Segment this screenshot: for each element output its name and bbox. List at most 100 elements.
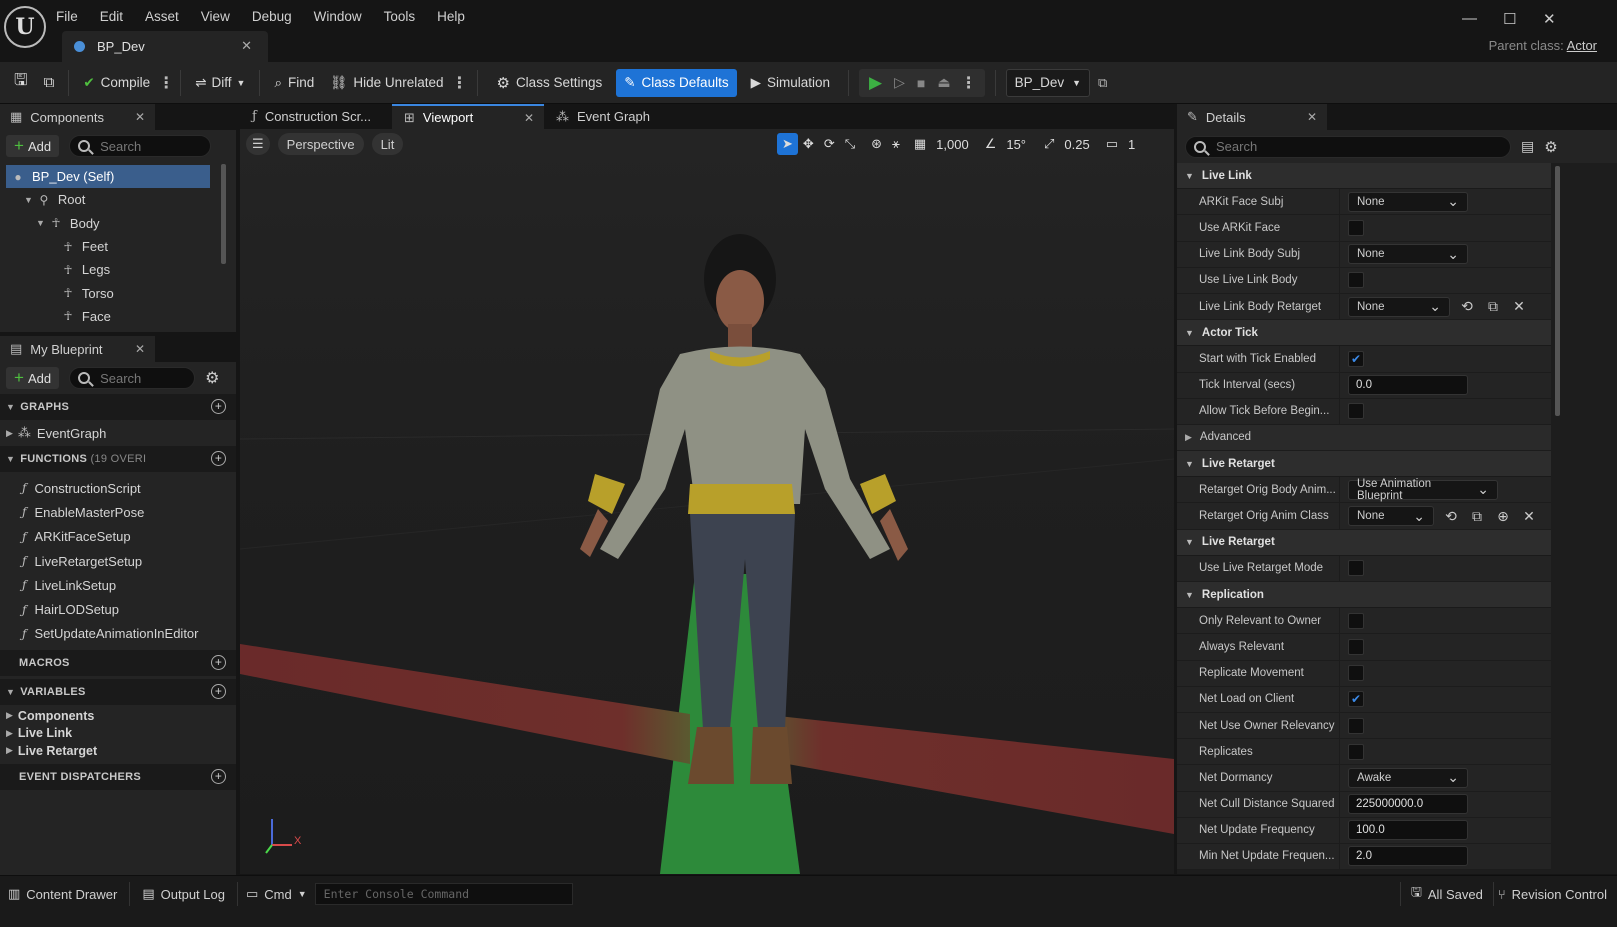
component-tree-item[interactable]: ▼☥Torso [6,281,210,304]
play-options-icon[interactable]: ⋮ [957,73,981,93]
revision-control-button[interactable]: ⑂ Revision Control [1492,882,1611,906]
checkbox-unchecked[interactable] [1348,219,1364,236]
rotate-icon[interactable]: ⟳ [819,133,840,155]
component-tree-item[interactable]: ▼☥Face [6,305,210,328]
expand-arrow-icon[interactable]: ▼ [24,195,33,205]
menu-file[interactable]: File [56,9,78,24]
event-dispatchers-section[interactable]: EVENT DISPATCHERS + [0,763,236,790]
diff-button[interactable]: ⇌ Diff ▼ [187,69,253,97]
checkbox-unchecked[interactable] [1348,612,1364,629]
graph-item-eventgraph[interactable]: ▶ ⁂ EventGraph [0,420,236,446]
surface-snap-icon[interactable]: ⚹ [887,133,905,155]
property-dropdown[interactable]: None ⌄ [1348,506,1434,527]
details-section-header[interactable]: ▼ Live Retarget [1177,451,1551,478]
class-defaults-button[interactable]: ✎ Class Defaults [616,68,737,97]
details-section-header[interactable]: ▼ Live Retarget [1177,529,1551,556]
output-log-button[interactable]: ▤ Output Log [129,882,237,906]
menu-help[interactable]: Help [437,9,465,24]
find-button[interactable]: ⌕ Find [266,69,322,97]
gear-icon[interactable]: ⚙ [205,368,219,388]
add-member-button[interactable]: + Add [6,367,60,389]
variable-category[interactable]: ▶ Live Link [0,725,236,743]
gear-icon[interactable]: ⚙ [1544,138,1557,156]
close-panel-icon[interactable]: ✕ [1307,110,1317,124]
checkbox-checked[interactable]: ✔ [1348,691,1364,708]
stop-icon[interactable]: ■ [911,75,931,91]
menu-edit[interactable]: Edit [100,9,123,24]
component-tree-item[interactable]: ▼☥Legs [6,258,210,281]
tab-viewport[interactable]: ⊞ Viewport ✕ [392,104,544,129]
checkbox-unchecked[interactable] [1348,743,1364,760]
use-selected-icon[interactable]: ⟲ [1442,508,1460,525]
perspective-button[interactable]: Perspective [277,133,364,155]
debug-object-dropdown[interactable]: BP_Dev ▼ [1005,68,1091,97]
menu-window[interactable]: Window [314,9,362,24]
details-section-header[interactable]: ▼ Replication [1177,582,1551,609]
scale-snap-icon[interactable]: ⤢ [1039,133,1059,155]
coordinate-system-icon[interactable]: ⊛ [866,133,887,155]
maximize-icon[interactable]: ☐ [1503,10,1516,28]
add-graph-icon[interactable]: + [211,399,226,414]
close-tab-icon[interactable]: ✕ [524,111,534,125]
translate-icon[interactable]: ✥ [798,133,819,155]
property-text-input[interactable]: 225000000.0 [1348,794,1468,815]
function-item[interactable]: ƒ ConstructionScript [0,476,236,500]
viewport-menu-button[interactable]: ☰ [246,133,270,155]
add-variable-icon[interactable]: + [211,684,226,700]
function-item[interactable]: ƒ EnableMasterPose [0,500,236,524]
tab-event-graph[interactable]: ⁂ Event Graph [544,104,662,129]
class-settings-button[interactable]: ⚙ Class Settings [488,69,610,97]
component-tree-item[interactable]: ▼ ⚲ Root [6,188,210,211]
checkbox-unchecked[interactable] [1348,403,1364,420]
function-item[interactable]: ƒ LiveRetargetSetup [0,549,236,573]
browse-icon[interactable]: ⧉ [36,69,63,97]
property-text-input[interactable]: 0.0 [1348,375,1468,396]
compile-button[interactable]: ✔ Compile [75,69,158,97]
details-search-input[interactable]: Search [1185,135,1511,158]
my-blueprint-search-input[interactable]: Search [69,367,196,389]
components-tab[interactable]: ▦ Components ✕ [0,104,155,130]
checkbox-unchecked[interactable] [1348,560,1364,577]
eject-icon[interactable]: ⏏ [931,74,956,91]
cmd-dropdown[interactable]: ▭ Cmd ▼ [236,882,315,906]
property-text-input[interactable]: 100.0 [1348,820,1468,841]
hide-unrelated-button[interactable]: ⛓ Hide Unrelated [322,69,451,97]
compile-options-icon[interactable]: ⋮ [158,73,174,93]
all-saved-button[interactable]: 🖫 All Saved [1399,882,1493,906]
function-item[interactable]: ƒ LiveLinkSetup [0,573,236,597]
parent-class-link[interactable]: Actor [1567,38,1597,53]
checkbox-unchecked[interactable] [1348,665,1364,682]
close-panel-icon[interactable]: ✕ [135,342,145,356]
console-command-input[interactable]: Enter Console Command [314,883,573,905]
component-tree-item[interactable]: ▼☥Feet [6,235,210,258]
function-item[interactable]: ƒ HairLODSetup [0,597,236,621]
save-icon[interactable]: 🖫 [6,69,36,97]
components-search-input[interactable]: Search [69,135,212,157]
property-dropdown[interactable]: Use Animation Blueprint ⌄ [1348,478,1498,502]
variable-category[interactable]: ▶ Live Retarget [0,742,236,760]
browse-icon[interactable]: ⧉ [1484,298,1502,315]
browse-icon[interactable]: ⧉ [1468,508,1486,525]
add-new-icon[interactable]: ⊕ [1494,508,1512,525]
details-tab[interactable]: ✎ Details ✕ [1177,104,1327,130]
lit-button[interactable]: Lit [371,133,404,155]
component-tree-item[interactable]: ▼●BP_Dev (Self) [6,165,210,189]
rotation-snap-icon[interactable]: ∠ [980,133,1002,155]
camera-speed-icon[interactable]: ▭ [1101,133,1123,155]
clear-icon[interactable]: ✕ [1520,508,1538,525]
function-item[interactable]: ƒ SetUpdateAnimationInEditor [0,622,236,646]
play-icon[interactable]: ▶ [863,73,888,93]
grid-snap-value[interactable]: 1,000 [931,133,974,155]
advanced-expander[interactable]: ▶ Advanced [1177,424,1551,452]
checkbox-unchecked[interactable] [1348,272,1364,289]
property-dropdown[interactable]: Awake ⌄ [1348,767,1468,788]
menu-debug[interactable]: Debug [252,9,292,24]
macros-section[interactable]: MACROS + [0,650,236,677]
variables-section[interactable]: ▼ VARIABLES + [0,679,236,706]
property-matrix-icon[interactable]: ▤ [1521,138,1534,155]
component-tree-item[interactable]: ▼ ☥ Body [6,212,210,235]
function-item[interactable]: ƒ ARKitFaceSetup [0,525,236,549]
clear-icon[interactable]: ✕ [1510,298,1528,315]
browse-debug-icon[interactable]: ⧉ [1098,75,1107,91]
camera-speed-value[interactable]: 1 [1123,133,1140,155]
